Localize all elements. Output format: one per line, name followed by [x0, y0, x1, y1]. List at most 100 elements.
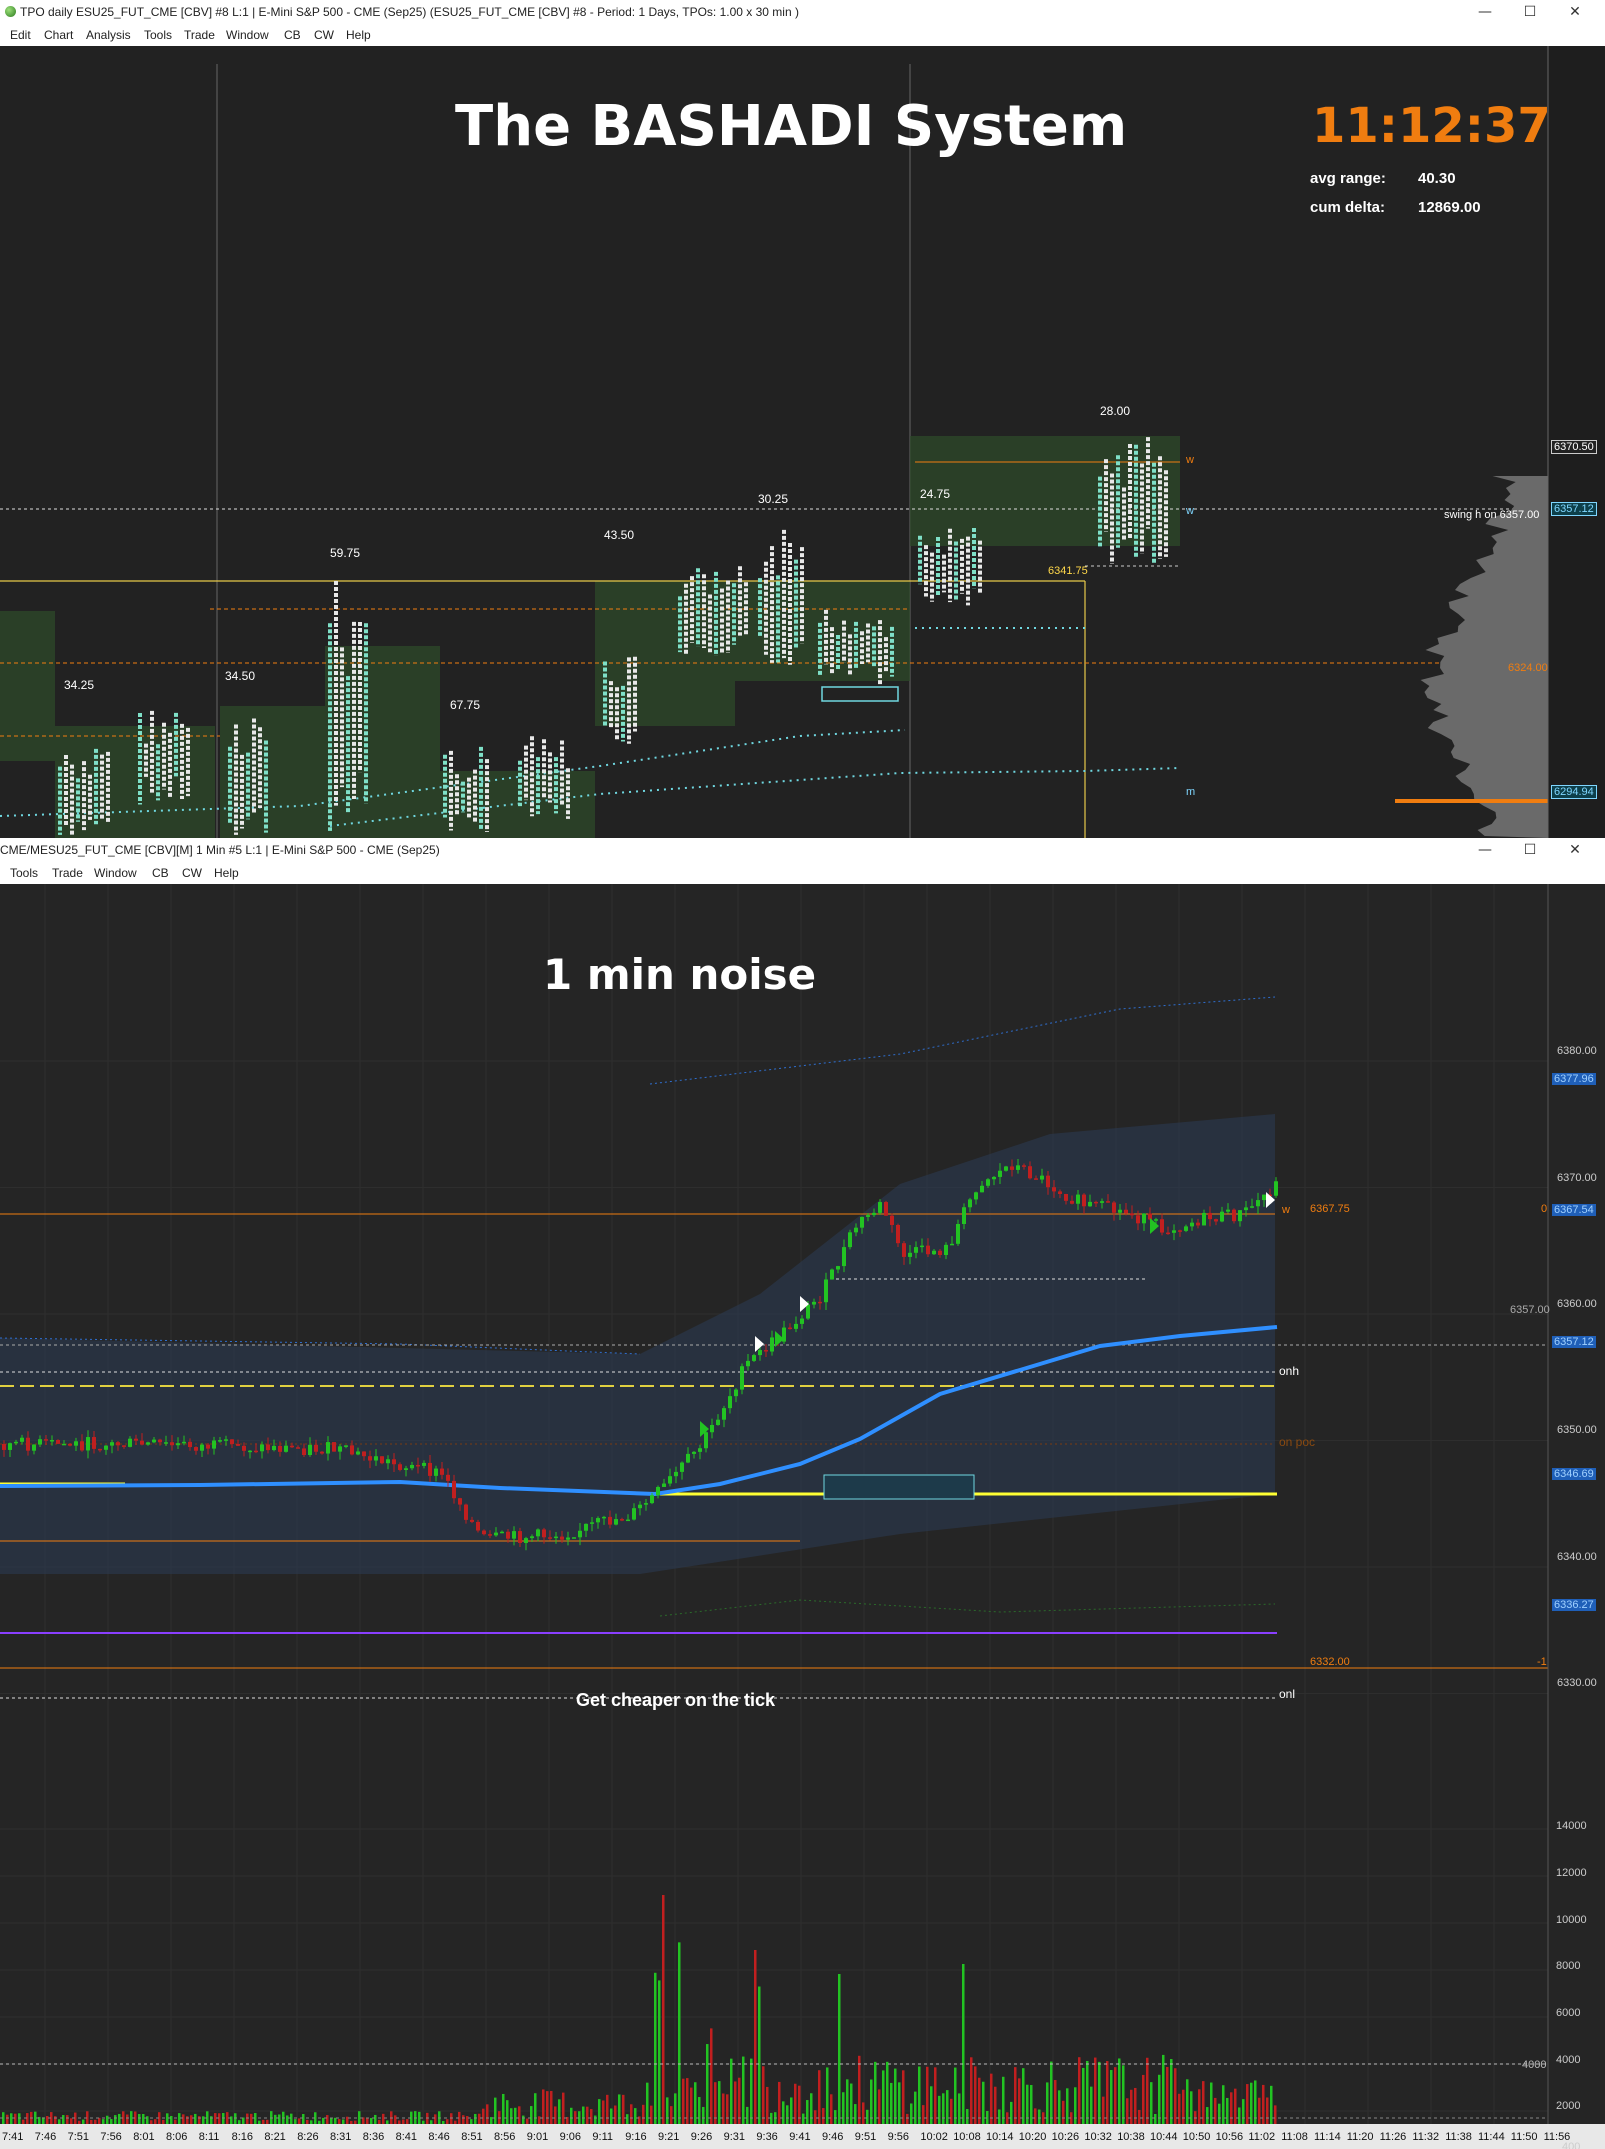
- candle-body: [692, 1451, 696, 1454]
- candle-body: [356, 1451, 360, 1455]
- volume-bar: [1054, 2080, 1057, 2124]
- menu-help[interactable]: Help: [214, 862, 239, 884]
- volume-axis-label: 14000: [1556, 1820, 1587, 1832]
- time-axis-label: 8:26: [297, 2131, 318, 2143]
- menu-chart[interactable]: Chart: [44, 24, 73, 46]
- time-axis-label: 8:56: [494, 2131, 515, 2143]
- candle-body: [38, 1439, 42, 1445]
- volume-bar: [690, 2087, 693, 2124]
- volume-bar: [542, 2089, 545, 2124]
- close-icon[interactable]: ✕: [1555, 838, 1595, 862]
- volume-bar: [1034, 2108, 1037, 2124]
- tpo-chart-area[interactable]: The BASHADI System 11:12:37 avg range: 4…: [0, 46, 1605, 838]
- onh-label: onh: [1279, 1364, 1300, 1378]
- maximize-icon[interactable]: ☐: [1510, 0, 1550, 24]
- candle-body: [1136, 1215, 1140, 1224]
- candle-body: [74, 1441, 78, 1446]
- candle-body: [494, 1532, 498, 1536]
- candle-body: [392, 1459, 396, 1465]
- candle-body: [524, 1538, 528, 1543]
- candle-body: [560, 1536, 564, 1540]
- menu-window[interactable]: Window: [226, 24, 269, 46]
- time-axis-label: 8:31: [330, 2131, 351, 2143]
- volume-bar: [506, 2100, 509, 2124]
- candle-body: [1184, 1226, 1188, 1231]
- price-tag: 6346.69: [1552, 1468, 1596, 1480]
- menu-cw[interactable]: CW: [314, 24, 334, 46]
- time-axis-label: 9:16: [625, 2131, 646, 2143]
- candle-body: [2, 1444, 6, 1450]
- close-icon[interactable]: ✕: [1555, 0, 1595, 24]
- time-axis-label: 10:56: [1216, 2131, 1244, 2143]
- candle-body: [962, 1207, 966, 1225]
- candle-body: [644, 1503, 648, 1505]
- tpo-window-title: TPO daily ESU25_FUT_CME [CBV] #8 L:1 | E…: [20, 5, 799, 19]
- menu-window[interactable]: Window: [94, 862, 137, 884]
- menu-trade[interactable]: Trade: [184, 24, 215, 46]
- candle-body: [428, 1462, 432, 1476]
- volume-bar: [1218, 2103, 1221, 2124]
- volume-bar: [958, 2093, 961, 2124]
- menu-cb[interactable]: CB: [152, 862, 169, 884]
- candle-body: [926, 1245, 930, 1255]
- candle-body: [92, 1437, 96, 1449]
- volume-bar: [1138, 2109, 1141, 2124]
- volume-bar: [342, 2119, 345, 2124]
- volume-bar: [338, 2119, 341, 2124]
- volume-bar: [194, 2113, 197, 2124]
- volume-bar: [710, 2028, 713, 2124]
- app-icon: [5, 6, 16, 17]
- volume-bar: [46, 2115, 49, 2124]
- menu-analysis[interactable]: Analysis: [86, 24, 131, 46]
- menu-tools[interactable]: Tools: [10, 862, 38, 884]
- menu-help[interactable]: Help: [346, 24, 371, 46]
- time-axis-label: 8:36: [363, 2131, 384, 2143]
- volume-bar: [126, 2114, 129, 2124]
- candle-body: [1112, 1202, 1116, 1213]
- menu-edit[interactable]: Edit: [10, 24, 31, 46]
- candle-body: [326, 1442, 330, 1454]
- volume-bar: [686, 2078, 689, 2124]
- volume-axis-label: 12000: [1556, 1867, 1587, 1879]
- menu-cb[interactable]: CB: [284, 24, 301, 46]
- volume-bar: [702, 2106, 705, 2124]
- menu-tools[interactable]: Tools: [144, 24, 172, 46]
- minimize-icon[interactable]: —: [1465, 838, 1505, 862]
- time-axis-label: 7:56: [100, 2131, 121, 2143]
- one-min-titlebar[interactable]: CME/MESU25_FUT_CME [CBV][M] 1 Min #5 L:1…: [0, 838, 1605, 862]
- one-min-chart-area[interactable]: 7:41 7:46 7:51 7:56 8:01 8:06 8:11 8:16 8:21 8:26…: [0, 884, 1605, 2149]
- candle-body: [368, 1456, 372, 1461]
- volume-bar: [942, 2093, 945, 2124]
- volume-bar: [1022, 2068, 1025, 2124]
- minimize-icon[interactable]: —: [1465, 0, 1505, 24]
- candle-body: [440, 1468, 444, 1475]
- candle-body: [50, 1440, 54, 1442]
- candle-body: [896, 1224, 900, 1244]
- candle-body: [1274, 1181, 1278, 1196]
- menu-trade[interactable]: Trade: [52, 862, 83, 884]
- volume-bar: [214, 2113, 217, 2124]
- menu-cw[interactable]: CW: [182, 862, 202, 884]
- volume-bar: [494, 2097, 497, 2124]
- candle-body: [1052, 1187, 1056, 1192]
- candle-body: [452, 1480, 456, 1499]
- candle-body: [218, 1440, 222, 1442]
- candle-body: [1118, 1209, 1122, 1213]
- volume-bar: [502, 2093, 505, 2124]
- candle-body: [590, 1522, 594, 1524]
- volume-bar: [802, 2113, 805, 2124]
- volume-bar: [1198, 2089, 1201, 2124]
- level-label-6367: 6367.75: [1310, 1203, 1350, 1215]
- volume-bar: [1050, 2061, 1053, 2124]
- volume-bar: [150, 2120, 153, 2124]
- volume-bar: [954, 2067, 957, 2124]
- maximize-icon[interactable]: ☐: [1510, 838, 1550, 862]
- candle-body: [698, 1448, 702, 1452]
- w-label: w: [1282, 1204, 1290, 1216]
- candle-body: [1256, 1200, 1260, 1207]
- swing-high-label: swing h on 6357.00: [1444, 509, 1540, 521]
- candle-body: [362, 1451, 366, 1457]
- candle-body: [44, 1439, 48, 1441]
- volume-bar: [262, 2119, 265, 2124]
- tpo-titlebar[interactable]: TPO daily ESU25_FUT_CME [CBV] #8 L:1 | E…: [0, 0, 1605, 24]
